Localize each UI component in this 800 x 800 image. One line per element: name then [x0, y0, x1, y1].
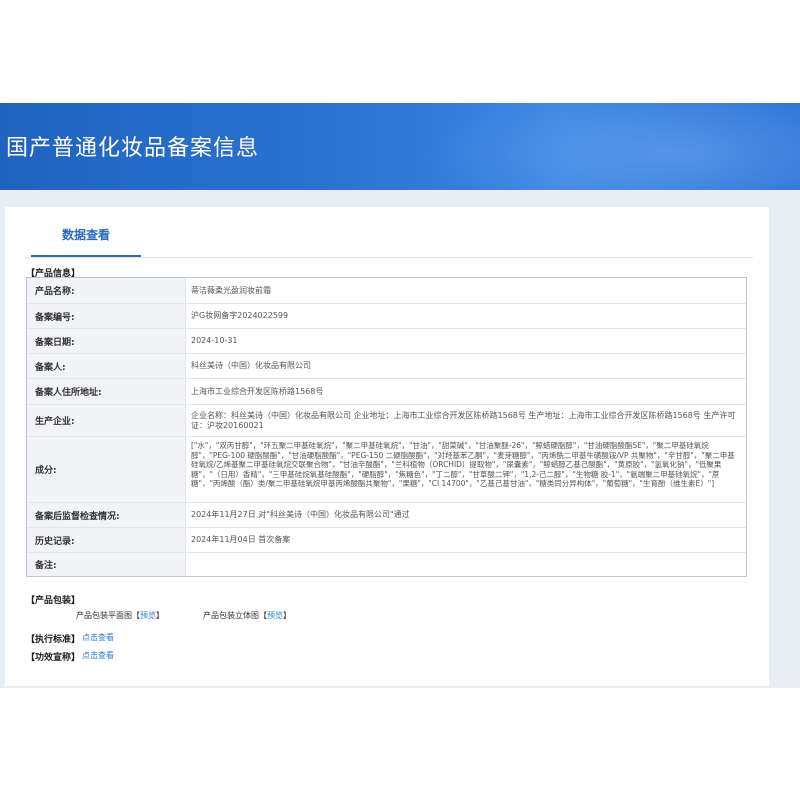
content-card: 数据查看 【产品信息】 产品名称: 蒂洁薇柔光盈润妆前霜 备案编号: 沪G妆网备…: [5, 207, 769, 686]
bracket-close: 】: [156, 611, 164, 620]
row-label: 备案编号:: [27, 304, 186, 328]
bracket-open: 【: [132, 611, 140, 620]
bracket-open: 【: [259, 611, 267, 620]
packaging-section-title: 【产品包装】: [26, 596, 81, 606]
table-row: 备案人: 科丝美诗（中国）化妆品有限公司: [27, 354, 746, 379]
manufacturer-value: 企业名称：科丝美诗（中国）化妆品有限公司 企业地址：上海市工业综合开发区陈桥路1…: [191, 410, 736, 430]
table-row: 历史记录: 2024年11月04日 首次备案: [27, 528, 746, 553]
table-row: 产品名称: 蒂洁薇柔光盈润妆前霜: [27, 278, 746, 304]
row-label: 备案后监督检查情况:: [27, 503, 186, 527]
table-row: 备案后监督检查情况: 2024年11月27日 对"科丝美诗（中国）化妆品有限公司…: [27, 503, 746, 528]
packaging-solid-label: 产品包装立体图: [203, 611, 259, 620]
table-row: 备注:: [27, 553, 746, 576]
table-row: 生产企业: 企业名称：科丝美诗（中国）化妆品有限公司 企业地址：上海市工业综合开…: [27, 405, 746, 437]
remarks-value: [186, 553, 746, 576]
standard-view-link[interactable]: 点击查看: [82, 632, 114, 643]
row-label: 产品名称:: [27, 278, 186, 303]
table-row: 备案编号: 沪G妆网备字2024022599: [27, 304, 746, 329]
packaging-flat-label: 产品包装平面图: [76, 611, 132, 620]
row-label: 生产企业:: [27, 405, 186, 436]
history-value: 2024年11月04日 首次备案: [191, 535, 291, 544]
table-row: 备案日期: 2024-10-31: [27, 329, 746, 354]
page-title: 国产普通化妆品备案信息: [6, 136, 260, 161]
inspection-value: 2024年11月27日 对"科丝美诗（中国）化妆品有限公司"通过: [191, 510, 410, 519]
standard-section-title: 【执行标准】: [26, 635, 81, 645]
bracket-close: 】: [283, 611, 291, 620]
row-label: 备注:: [27, 553, 186, 576]
page-banner: 国产普通化妆品备案信息: [0, 103, 800, 190]
efficacy-view-link[interactable]: 点击查看: [82, 650, 114, 661]
row-label: 备案人:: [27, 354, 186, 378]
efficacy-section-title: 【功效宣称】: [26, 653, 81, 663]
product-info-table: 产品名称: 蒂洁薇柔光盈润妆前霜 备案编号: 沪G妆网备字2024022599 …: [26, 277, 747, 577]
tab-bar: 数据查看: [25, 224, 753, 258]
row-label: 成分:: [27, 437, 186, 502]
product-name-value: 蒂洁薇柔光盈润妆前霜: [191, 285, 271, 295]
table-row: 成分: ["水"，"双丙甘醇"，"环五聚二甲基硅氧烷"，"聚二甲基硅氧烷"，"甘…: [27, 437, 746, 503]
packaging-flat: 产品包装平面图【预览】: [76, 610, 164, 621]
packaging-solid: 产品包装立体图【预览】: [203, 610, 291, 621]
table-row: 备案人住所地址: 上海市工业综合开发区陈桥路1568号: [27, 379, 746, 405]
filing-number-value: 沪G妆网备字2024022599: [191, 311, 289, 320]
filer-value: 科丝美诗（中国）化妆品有限公司: [191, 361, 311, 370]
filing-date-value: 2024-10-31: [191, 336, 238, 345]
packaging-solid-preview-link[interactable]: 预览: [267, 611, 283, 620]
row-label: 备案人住所地址:: [27, 379, 186, 404]
tab-data-view[interactable]: 数据查看: [31, 224, 141, 257]
filer-address-value: 上海市工业综合开发区陈桥路1568号: [191, 386, 324, 396]
ingredients-value: ["水"，"双丙甘醇"，"环五聚二甲基硅氧烷"，"聚二甲基硅氧烷"，"甘油"，"…: [191, 441, 735, 488]
row-label: 备案日期:: [27, 329, 186, 353]
row-label: 历史记录:: [27, 528, 186, 552]
packaging-flat-preview-link[interactable]: 预览: [140, 611, 156, 620]
